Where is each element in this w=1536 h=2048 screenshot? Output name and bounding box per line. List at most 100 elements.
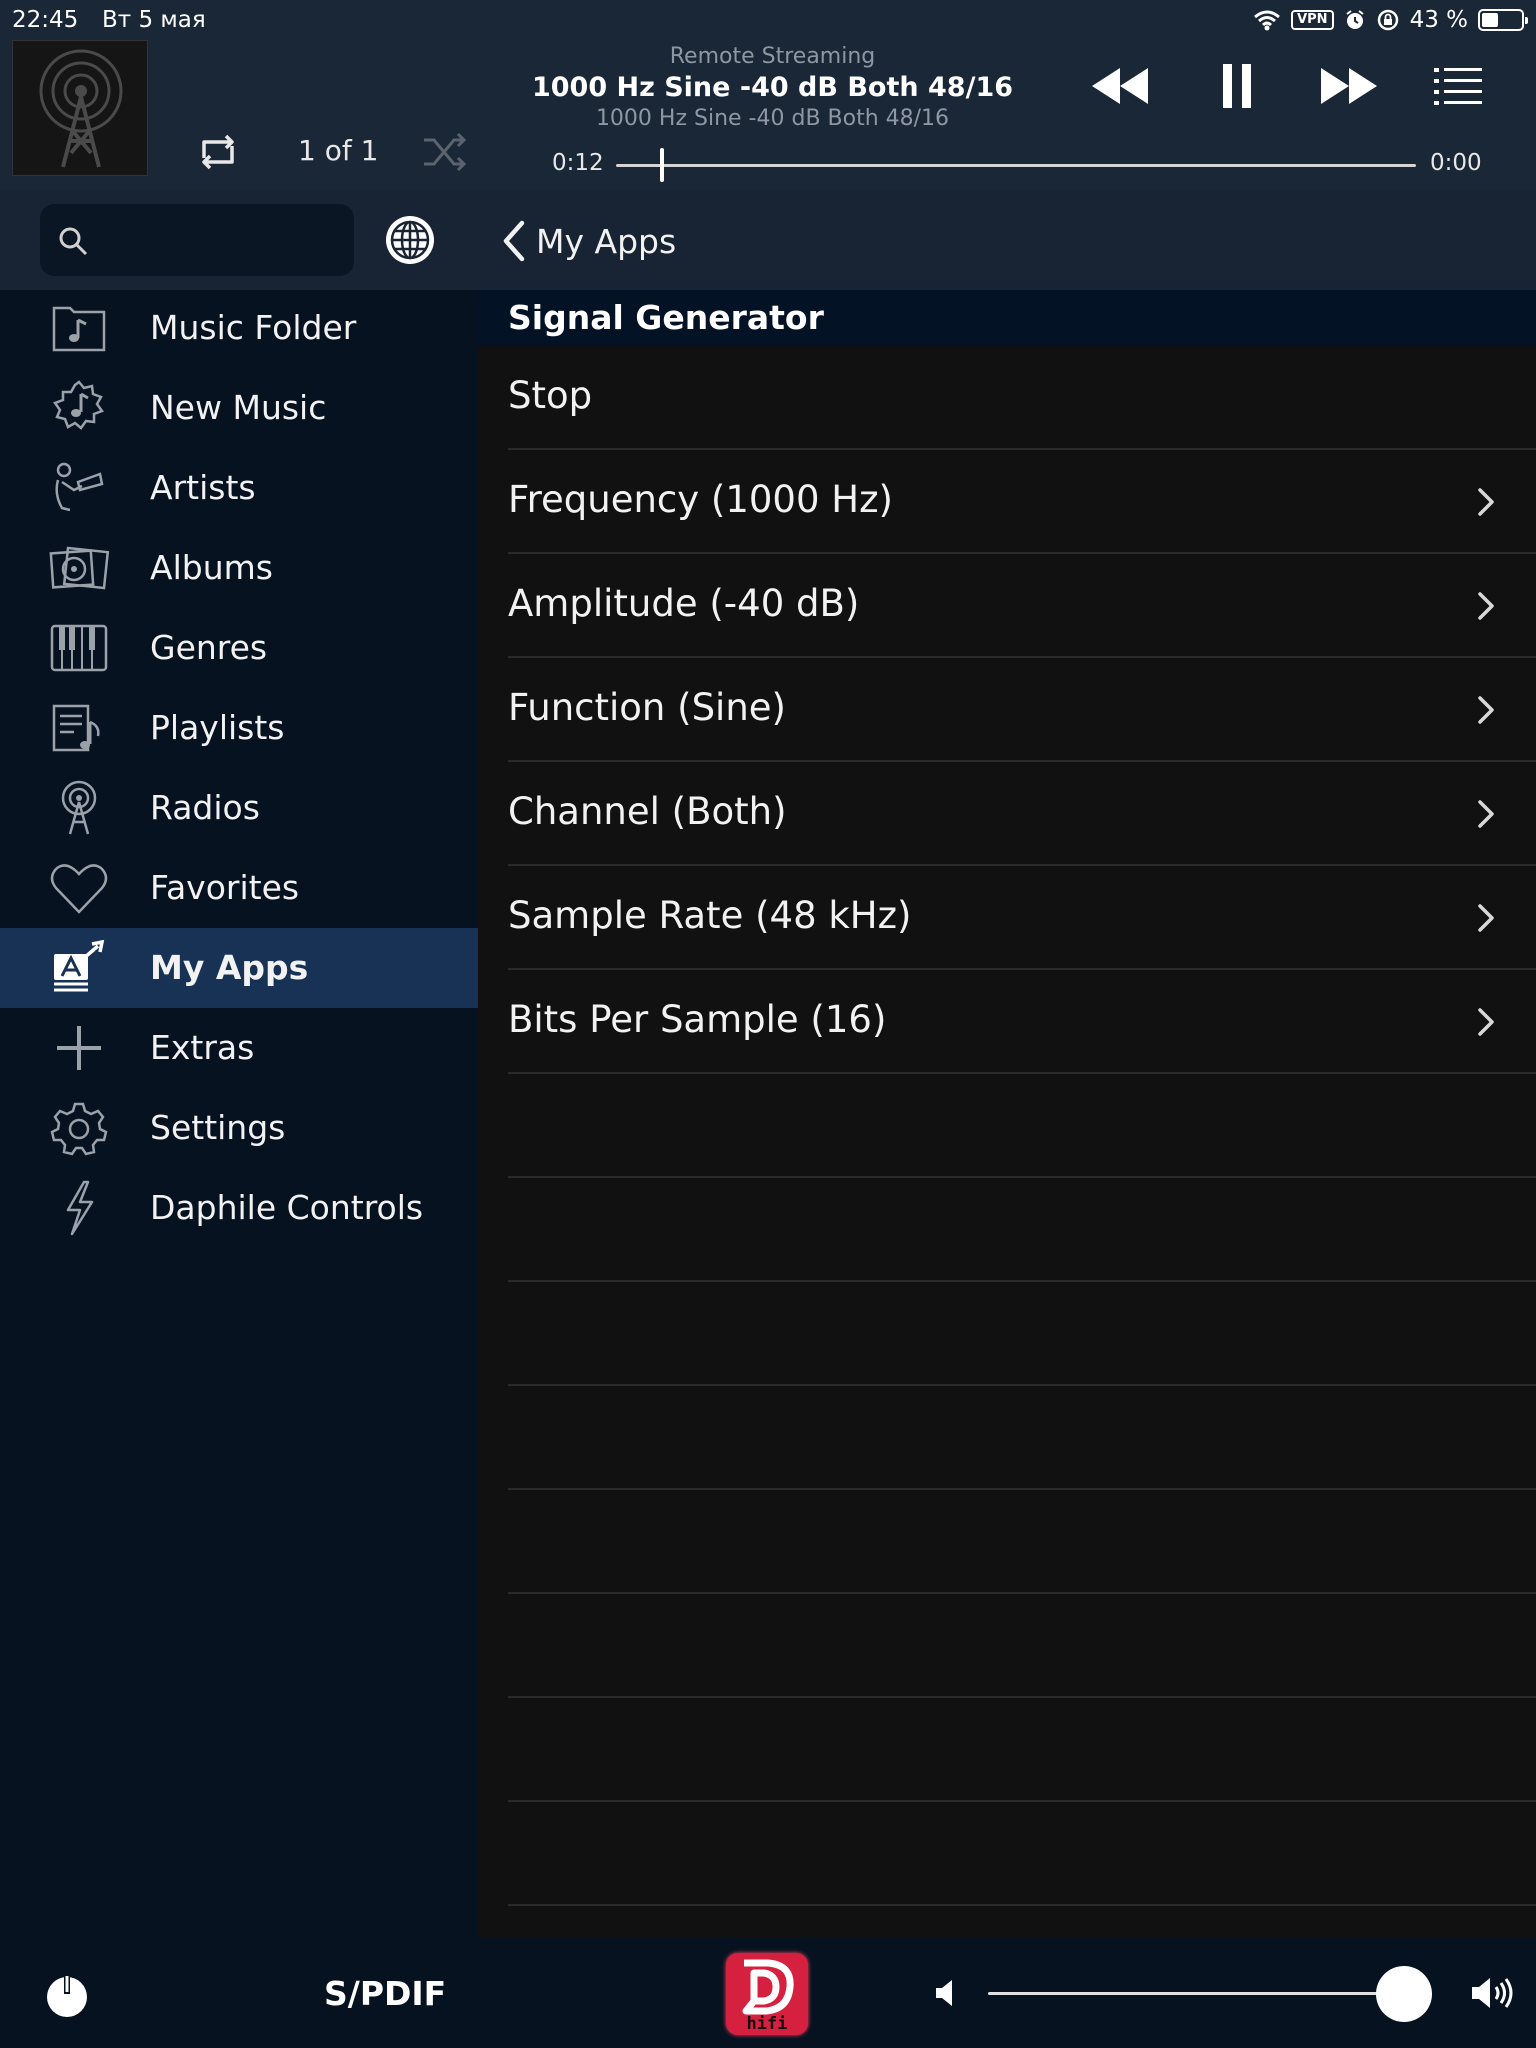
search-row (0, 190, 478, 290)
search-icon (59, 227, 88, 256)
empty-row (508, 1386, 1536, 1490)
sidebar: Music Folder New Music Artists Albums Ge… (0, 190, 478, 1938)
chevron-right-icon (1478, 592, 1494, 620)
globe-button[interactable] (384, 214, 436, 266)
row-label: Function (Sine) (508, 686, 786, 729)
volume-down-button[interactable] (932, 1978, 958, 2008)
now-playing-title: 1000 Hz Sine -40 dB Both 48/16 (531, 72, 1014, 103)
playlists-icon (52, 704, 100, 752)
volume-up-button[interactable] (1470, 1974, 1516, 2012)
track-count: 1 of 1 (298, 134, 379, 167)
sidebar-item-radios[interactable]: Radios (0, 768, 478, 848)
chevron-right-icon (1478, 488, 1494, 516)
vpn-badge: VPN (1291, 10, 1334, 30)
sidebar-item-genres[interactable]: Genres (0, 608, 478, 688)
repeat-button[interactable] (190, 128, 246, 176)
sidebar-item-playlists[interactable]: Playlists (0, 688, 478, 768)
sidebar-item-favorites[interactable]: Favorites (0, 848, 478, 928)
row-label: Channel (Both) (508, 790, 787, 833)
alarm-icon (1345, 10, 1364, 29)
chevron-left-icon (503, 220, 525, 262)
status-time: 22:45 (12, 7, 79, 33)
rotation-lock-icon (1377, 9, 1398, 31)
volume-slider[interactable] (988, 1992, 1426, 1995)
empty-row (508, 1178, 1536, 1282)
empty-row (508, 1594, 1536, 1698)
top-bar: 22:45 Вт 5 мая VPN 43 % 1 of 1 Remote St… (0, 0, 1536, 190)
row-label: Bits Per Sample (16) (508, 998, 887, 1041)
chevron-right-icon (1478, 800, 1494, 828)
output-selector[interactable]: S/PDIF (324, 1974, 446, 2013)
now-playing-info[interactable]: Remote Streaming 1000 Hz Sine -40 dB Bot… (520, 42, 1025, 134)
bits-per-sample-row[interactable]: Bits Per Sample (16) (508, 970, 1536, 1074)
sidebar-item-extras[interactable]: Extras (0, 1008, 478, 1088)
row-label: Amplitude (-40 dB) (508, 582, 860, 625)
section-header: Signal Generator (478, 290, 1536, 346)
power-icon (47, 1974, 87, 2017)
shuffle-button[interactable] (420, 130, 470, 174)
rewind-icon (1092, 68, 1148, 104)
sidebar-item-my-apps[interactable]: My Apps (0, 928, 478, 1008)
frequency-row[interactable]: Frequency (1000 Hz) (508, 450, 1536, 554)
amplitude-row[interactable]: Amplitude (-40 dB) (508, 554, 1536, 658)
previous-button[interactable] (1088, 62, 1154, 110)
time-elapsed: 0:12 (552, 150, 604, 176)
pause-button[interactable] (1205, 62, 1271, 110)
now-playing-source: Remote Streaming (669, 44, 876, 69)
sidebar-item-label: New Music (150, 388, 327, 427)
status-date: Вт 5 мая (102, 7, 206, 33)
progress-handle[interactable] (660, 148, 664, 182)
volume-handle[interactable] (1376, 1966, 1433, 2022)
sidebar-menu: Music Folder New Music Artists Albums Ge… (0, 288, 478, 1248)
sidebar-item-label: Favorites (150, 868, 300, 907)
gear-icon (50, 1102, 108, 1156)
search-input[interactable] (40, 204, 354, 276)
sidebar-item-artists[interactable]: Artists (0, 448, 478, 528)
chevron-right-icon (1478, 1008, 1494, 1036)
empty-row (508, 1698, 1536, 1802)
daphile-d-icon: hifi (742, 1959, 794, 2034)
logo-text: hifi (747, 2014, 788, 2034)
channel-row[interactable]: Channel (Both) (508, 762, 1536, 866)
radio-tower-icon (61, 780, 97, 835)
music-folder-icon (52, 306, 106, 352)
plus-icon (57, 1026, 101, 1070)
sidebar-item-label: Daphile Controls (150, 1188, 424, 1227)
repeat-icon (202, 134, 234, 170)
sidebar-item-music-folder[interactable]: Music Folder (0, 288, 478, 368)
globe-icon (386, 216, 434, 264)
stop-row[interactable]: Stop (508, 346, 1536, 450)
status-bar: 22:45 Вт 5 мая VPN 43 % (0, 0, 1536, 40)
sidebar-item-settings[interactable]: Settings (0, 1088, 478, 1168)
pause-icon (1223, 64, 1251, 108)
artists-icon (55, 462, 104, 512)
sidebar-item-albums[interactable]: Albums (0, 528, 478, 608)
battery-percent: 43 % (1409, 7, 1468, 33)
fast-forward-icon (1321, 68, 1377, 104)
speaker-low-icon (936, 1980, 952, 2006)
my-apps-icon (54, 940, 105, 992)
sidebar-item-label: Artists (150, 468, 256, 507)
radio-tower-icon (39, 49, 123, 168)
progress-bar[interactable] (616, 164, 1416, 167)
power-button[interactable] (44, 1972, 90, 2018)
album-artwork[interactable] (12, 40, 148, 176)
status-indicators: VPN 43 % (1253, 5, 1528, 35)
sidebar-item-label: Settings (150, 1108, 286, 1147)
main-content: My Apps Signal Generator Stop Frequency … (478, 190, 1536, 1938)
time-remaining: 0:00 (1430, 150, 1482, 176)
function-row[interactable]: Function (Sine) (508, 658, 1536, 762)
heart-icon (50, 864, 108, 914)
new-music-icon (53, 380, 104, 430)
lightning-icon (66, 1180, 94, 1236)
section-title: Signal Generator (508, 298, 824, 337)
next-button[interactable] (1315, 62, 1381, 110)
sidebar-item-new-music[interactable]: New Music (0, 368, 478, 448)
back-button[interactable]: My Apps (498, 216, 676, 266)
row-label: Sample Rate (48 kHz) (508, 894, 912, 937)
sample-rate-row[interactable]: Sample Rate (48 kHz) (508, 866, 1536, 970)
daphile-logo[interactable]: hifi (726, 1953, 808, 2035)
queue-button[interactable] (1432, 64, 1484, 108)
genres-icon (50, 624, 108, 672)
sidebar-item-daphile-controls[interactable]: Daphile Controls (0, 1168, 478, 1248)
